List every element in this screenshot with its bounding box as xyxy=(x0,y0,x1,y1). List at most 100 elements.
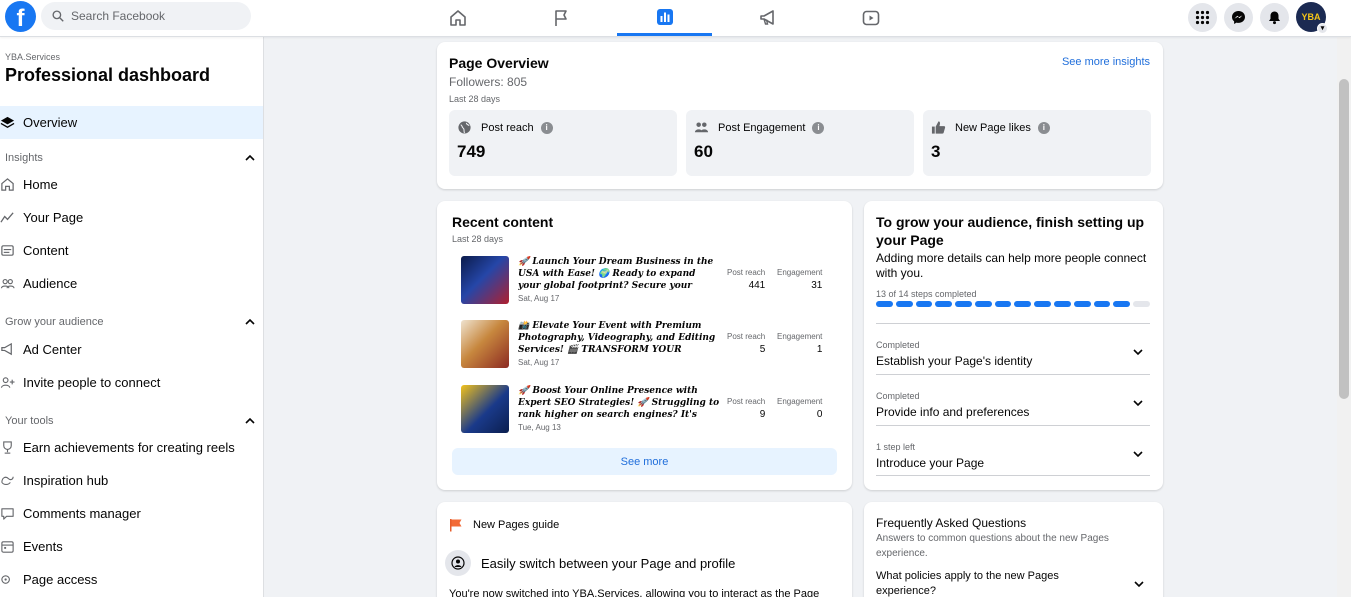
sidebar-item-label: Your Page xyxy=(23,210,84,225)
sidebar-item-label: Content xyxy=(23,243,69,258)
recent-content-title: Recent content xyxy=(452,214,554,230)
reach-label: Post reach xyxy=(727,268,766,277)
search-box[interactable] xyxy=(41,2,251,30)
sidebar-item-label: Inspiration hub xyxy=(23,473,109,488)
sidebar-item-page-access[interactable]: Page access xyxy=(0,563,263,596)
content-icon xyxy=(1,245,14,256)
section-insights[interactable]: Insights xyxy=(5,152,255,164)
video-icon xyxy=(862,10,879,26)
sidebar-item-label: Audience xyxy=(23,276,78,291)
search-input[interactable] xyxy=(71,9,241,23)
metric-header: New Page likes i xyxy=(931,120,1050,135)
nav-tab-home[interactable] xyxy=(410,0,505,36)
post-reach-stat: Post reach 441 xyxy=(727,268,765,291)
section-label: Your tools xyxy=(5,415,54,427)
info-icon[interactable]: i xyxy=(1037,121,1050,134)
grid-menu-icon xyxy=(1195,10,1210,24)
sidebar-item-content[interactable]: Content xyxy=(0,234,263,267)
chevron-down-icon[interactable] xyxy=(1133,578,1145,590)
sidebar-item-comments[interactable]: Comments manager xyxy=(0,497,263,530)
metric-label: New Page likes xyxy=(955,121,1031,134)
list-item[interactable]: 📸 Elevate Your Event with Premium Photog… xyxy=(461,320,831,370)
sidebar-item-label: Events xyxy=(23,539,63,554)
progress-segment xyxy=(1014,301,1032,307)
section-grow-audience[interactable]: Grow your audience xyxy=(5,316,255,328)
calendar-icon xyxy=(1,541,14,553)
inspiration-icon xyxy=(1,476,14,486)
faq-subtitle: Answers to common questions about the ne… xyxy=(876,533,1109,559)
progress-segment xyxy=(1073,301,1091,307)
see-more-insights-link[interactable]: See more insights xyxy=(1062,56,1150,68)
nav-tab-video[interactable] xyxy=(823,0,918,36)
list-item[interactable]: 🚀 Boost Your Online Presence with Expert… xyxy=(461,385,831,435)
megaphone-icon xyxy=(1,342,12,356)
metric-value: 749 xyxy=(457,142,486,161)
sidebar-item-invite[interactable]: Invite people to connect xyxy=(0,366,263,399)
engagement-label: Engagement xyxy=(777,397,823,406)
facebook-logo[interactable]: f xyxy=(5,1,36,32)
info-icon[interactable]: i xyxy=(812,121,825,134)
metric-new-page-likes[interactable]: New Page likes i 3 xyxy=(923,110,1151,176)
search-icon xyxy=(52,10,64,22)
step-status: Completed xyxy=(876,391,920,401)
guide-switch-row[interactable]: Easily switch between your Page and prof… xyxy=(445,550,735,576)
messenger-button[interactable] xyxy=(1224,2,1253,32)
section-label: Insights xyxy=(5,152,43,164)
sidebar-item-audience[interactable]: Audience xyxy=(0,267,263,300)
menu-button[interactable] xyxy=(1188,2,1217,32)
nav-tab-ads[interactable] xyxy=(720,0,815,36)
section-your-tools[interactable]: Your tools xyxy=(5,415,255,427)
sidebar-item-label: Page access xyxy=(23,572,98,587)
sidebar-item-label: Overview xyxy=(23,115,78,130)
step-label: Provide info and preferences xyxy=(876,405,1030,419)
setup-progress-bar xyxy=(876,301,1150,307)
sidebar-item-inspiration[interactable]: Inspiration hub xyxy=(0,464,263,497)
notifications-button[interactable] xyxy=(1260,2,1289,32)
reach-label: Post reach xyxy=(727,397,766,406)
post-thumbnail xyxy=(461,385,509,433)
metric-post-engagement[interactable]: Post Engagement i 60 xyxy=(686,110,914,176)
layers-icon xyxy=(0,116,15,128)
nav-tab-pages[interactable] xyxy=(513,0,608,36)
switch-profile-icon xyxy=(445,550,471,576)
globe-icon xyxy=(458,121,471,134)
see-more-button[interactable]: See more xyxy=(452,448,837,475)
faq-question[interactable]: What policies apply to the new Pages exp… xyxy=(876,569,1106,597)
profile-avatar[interactable]: YBA ▾ xyxy=(1296,2,1328,34)
nav-tab-dashboard[interactable] xyxy=(617,0,712,36)
steps-completed-text: 13 of 14 steps completed xyxy=(876,289,977,299)
sidebar-item-home[interactable]: Home xyxy=(0,168,263,201)
sidebar-item-achievements[interactable]: Earn achievements for creating reels xyxy=(0,431,263,464)
page-overview-card: Page Overview Followers: 805 Last 28 day… xyxy=(437,42,1163,189)
audience-icon xyxy=(0,278,15,289)
chevron-up-icon xyxy=(245,318,255,325)
sidebar-item-overview[interactable]: Overview xyxy=(0,106,263,139)
people-icon xyxy=(694,122,709,133)
key-icon xyxy=(1,575,10,584)
progress-segment xyxy=(974,301,992,307)
chevron-up-icon xyxy=(245,154,255,161)
sidebar-item-your-page[interactable]: Your Page xyxy=(0,201,263,234)
setup-step-info[interactable]: Completed Provide info and preferences xyxy=(876,374,1150,425)
info-icon[interactable]: i xyxy=(540,121,553,134)
metric-post-reach[interactable]: Post reach i 749 xyxy=(449,110,677,176)
sidebar-item-ad-center[interactable]: Ad Center xyxy=(0,333,263,366)
progress-segment xyxy=(915,301,933,307)
setup-step-identity[interactable]: Completed Establish your Page's identity xyxy=(876,323,1150,374)
overview-period: Last 28 days xyxy=(449,94,501,104)
guide-title: New Pages guide xyxy=(473,519,560,531)
setup-step-introduce[interactable]: 1 step left Introduce your Page xyxy=(876,425,1150,476)
faq-title: Frequently Asked Questions xyxy=(876,516,1027,530)
left-sidebar: YBA.Services Professional dashboard Over… xyxy=(0,37,264,597)
metric-label: Post reach xyxy=(481,121,534,134)
page-scrollbar[interactable] xyxy=(1337,37,1351,597)
reach-label: Post reach xyxy=(727,332,766,341)
progress-segment xyxy=(1034,301,1052,307)
progress-segment xyxy=(1054,301,1071,307)
scrollbar-thumb[interactable] xyxy=(1339,79,1349,399)
sidebar-item-events[interactable]: Events xyxy=(0,530,263,563)
guide-description: You're now switched into YBA.Services, a… xyxy=(449,588,820,597)
list-item[interactable]: 🚀 Launch Your Dream Business in the USA … xyxy=(461,256,831,306)
recent-content-period: Last 28 days xyxy=(452,234,504,244)
faq-card: Frequently Asked Questions Answers to co… xyxy=(864,502,1163,597)
